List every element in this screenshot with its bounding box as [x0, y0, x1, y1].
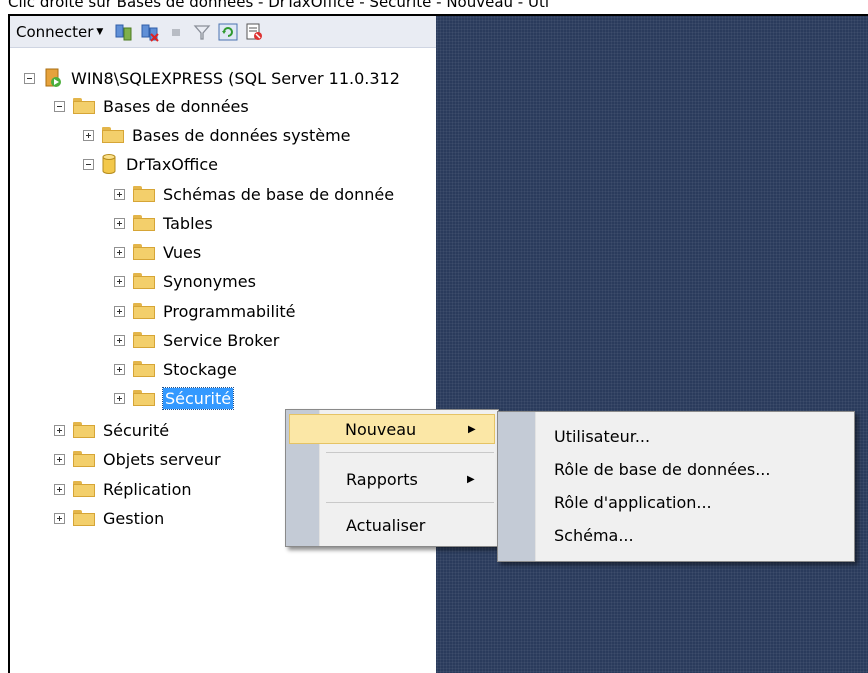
menu-item-label: Actualiser — [346, 515, 426, 535]
expand-icon[interactable] — [114, 275, 125, 287]
tree-node-synonyms[interactable]: Synonymes — [114, 267, 256, 295]
connect-button[interactable]: Connecter ▼ — [14, 20, 111, 44]
server-label: WIN8\SQLEXPRESS (SQL Server 11.0.312 — [71, 68, 400, 88]
submenu-arrow-icon: ▶ — [467, 473, 475, 485]
expand-icon[interactable] — [114, 334, 125, 346]
folder-icon — [102, 127, 124, 143]
folder-icon — [133, 215, 155, 231]
tree-node-server-objects[interactable]: Objets serveur — [54, 445, 221, 473]
tree-node-programmability[interactable]: Programmabilité — [114, 297, 296, 325]
object-explorer-toolbar: Connecter ▼ — [10, 16, 436, 48]
tree-node-management[interactable]: Gestion — [54, 504, 164, 532]
submenu-item-application-role[interactable]: Rôle d'application... — [498, 487, 848, 517]
chevron-down-icon: ▼ — [96, 26, 104, 37]
document-area — [436, 16, 868, 673]
tree-node-replication[interactable]: Réplication — [54, 475, 192, 503]
collapse-icon[interactable] — [83, 158, 94, 170]
register-server-icon[interactable] — [114, 22, 134, 42]
tree-node-service-broker[interactable]: Service Broker — [114, 326, 279, 354]
expand-icon[interactable] — [54, 512, 65, 524]
tree-node-db-security[interactable]: Sécurité — [114, 384, 235, 412]
collapse-icon[interactable] — [24, 72, 35, 84]
submenu-arrow-icon: ▶ — [468, 423, 476, 435]
expand-icon[interactable] — [114, 246, 125, 258]
menu-separator — [326, 452, 494, 453]
refresh-icon[interactable] — [218, 22, 238, 42]
tree-label: Synonymes — [163, 271, 256, 291]
menu-item-refresh[interactable]: Actualiser — [286, 510, 496, 540]
tree-label: Stockage — [163, 359, 237, 379]
tree-node-views[interactable]: Vues — [114, 238, 201, 266]
disconnect-icon[interactable] — [140, 22, 160, 42]
expand-icon[interactable] — [114, 392, 125, 404]
tree-node-system-databases[interactable]: Bases de données système — [83, 121, 351, 149]
menu-item-reports[interactable]: Rapports ▶ — [286, 464, 496, 494]
tree-label: Schémas de base de donnée — [163, 184, 395, 204]
folder-icon — [73, 422, 95, 438]
tree-label: Vues — [163, 242, 202, 262]
expand-icon[interactable] — [83, 129, 94, 141]
context-menu: Nouveau ▶ Rapports ▶ Actualiser — [285, 409, 499, 547]
databases-label: Bases de données — [103, 96, 249, 116]
menu-item-label: Rôle de base de données... — [554, 459, 771, 479]
tree-label: Programmabilité — [163, 301, 296, 321]
tree-node-databases[interactable]: Bases de données — [54, 92, 249, 120]
database-label: DrTaxOffice — [126, 154, 218, 174]
submenu-item-schema[interactable]: Schéma... — [498, 520, 848, 550]
tree-label-selected: Sécurité — [161, 386, 235, 410]
submenu-item-database-role[interactable]: Rôle de base de données... — [498, 454, 848, 484]
database-icon — [102, 154, 116, 174]
folder-icon — [133, 244, 155, 260]
submenu-item-user[interactable]: Utilisateur... — [498, 421, 848, 451]
folder-icon — [133, 303, 155, 319]
expand-icon[interactable] — [114, 217, 125, 229]
menu-item-label: Schéma... — [554, 525, 634, 545]
tree-node-storage[interactable]: Stockage — [114, 355, 237, 383]
filter-icon[interactable] — [192, 22, 212, 42]
expand-icon[interactable] — [114, 188, 125, 200]
object-explorer: Connecter ▼ WIN8\SQLEXPRESS (SQL Server … — [10, 16, 436, 673]
menu-item-label: Rôle d'application... — [554, 492, 712, 512]
folder-icon — [133, 361, 155, 377]
expand-icon[interactable] — [54, 483, 65, 495]
tree-node-tables[interactable]: Tables — [114, 209, 213, 237]
tree-label: Service Broker — [163, 330, 280, 350]
system-databases-label: Bases de données système — [132, 125, 351, 145]
folder-icon — [73, 451, 95, 467]
folder-icon — [73, 510, 95, 526]
menu-item-label: Rapports — [346, 469, 418, 489]
tree-label: Réplication — [103, 479, 192, 499]
stop-icon[interactable] — [166, 22, 186, 42]
folder-icon — [133, 390, 155, 406]
tree-node-database[interactable]: DrTaxOffice — [83, 150, 218, 178]
collapse-icon[interactable] — [54, 100, 65, 112]
expand-icon[interactable] — [114, 305, 125, 317]
menu-item-new[interactable]: Nouveau ▶ — [289, 414, 495, 444]
expand-icon[interactable] — [54, 453, 65, 465]
submenu: Utilisateur... Rôle de base de données..… — [497, 411, 855, 562]
tree-label: Sécurité — [103, 420, 170, 440]
folder-icon — [73, 481, 95, 497]
folder-icon — [133, 186, 155, 202]
tree-label: Gestion — [103, 508, 165, 528]
expand-icon[interactable] — [114, 363, 125, 375]
expand-icon[interactable] — [54, 424, 65, 436]
connect-label: Connecter — [16, 22, 94, 41]
tree-label: Tables — [163, 213, 213, 233]
menu-separator — [326, 502, 494, 503]
tree-label: Objets serveur — [103, 449, 221, 469]
folder-icon — [73, 98, 95, 114]
menu-item-label: Nouveau — [345, 419, 417, 439]
folder-icon — [133, 273, 155, 289]
folder-icon — [133, 332, 155, 348]
server-icon — [43, 68, 63, 88]
script-icon[interactable] — [244, 22, 264, 42]
tree-node-server[interactable]: WIN8\SQLEXPRESS (SQL Server 11.0.312 — [24, 64, 400, 92]
tree-node-server-security[interactable]: Sécurité — [54, 416, 169, 444]
tree-node-schemas[interactable]: Schémas de base de donnée — [114, 180, 394, 208]
menu-item-label: Utilisateur... — [554, 426, 651, 446]
